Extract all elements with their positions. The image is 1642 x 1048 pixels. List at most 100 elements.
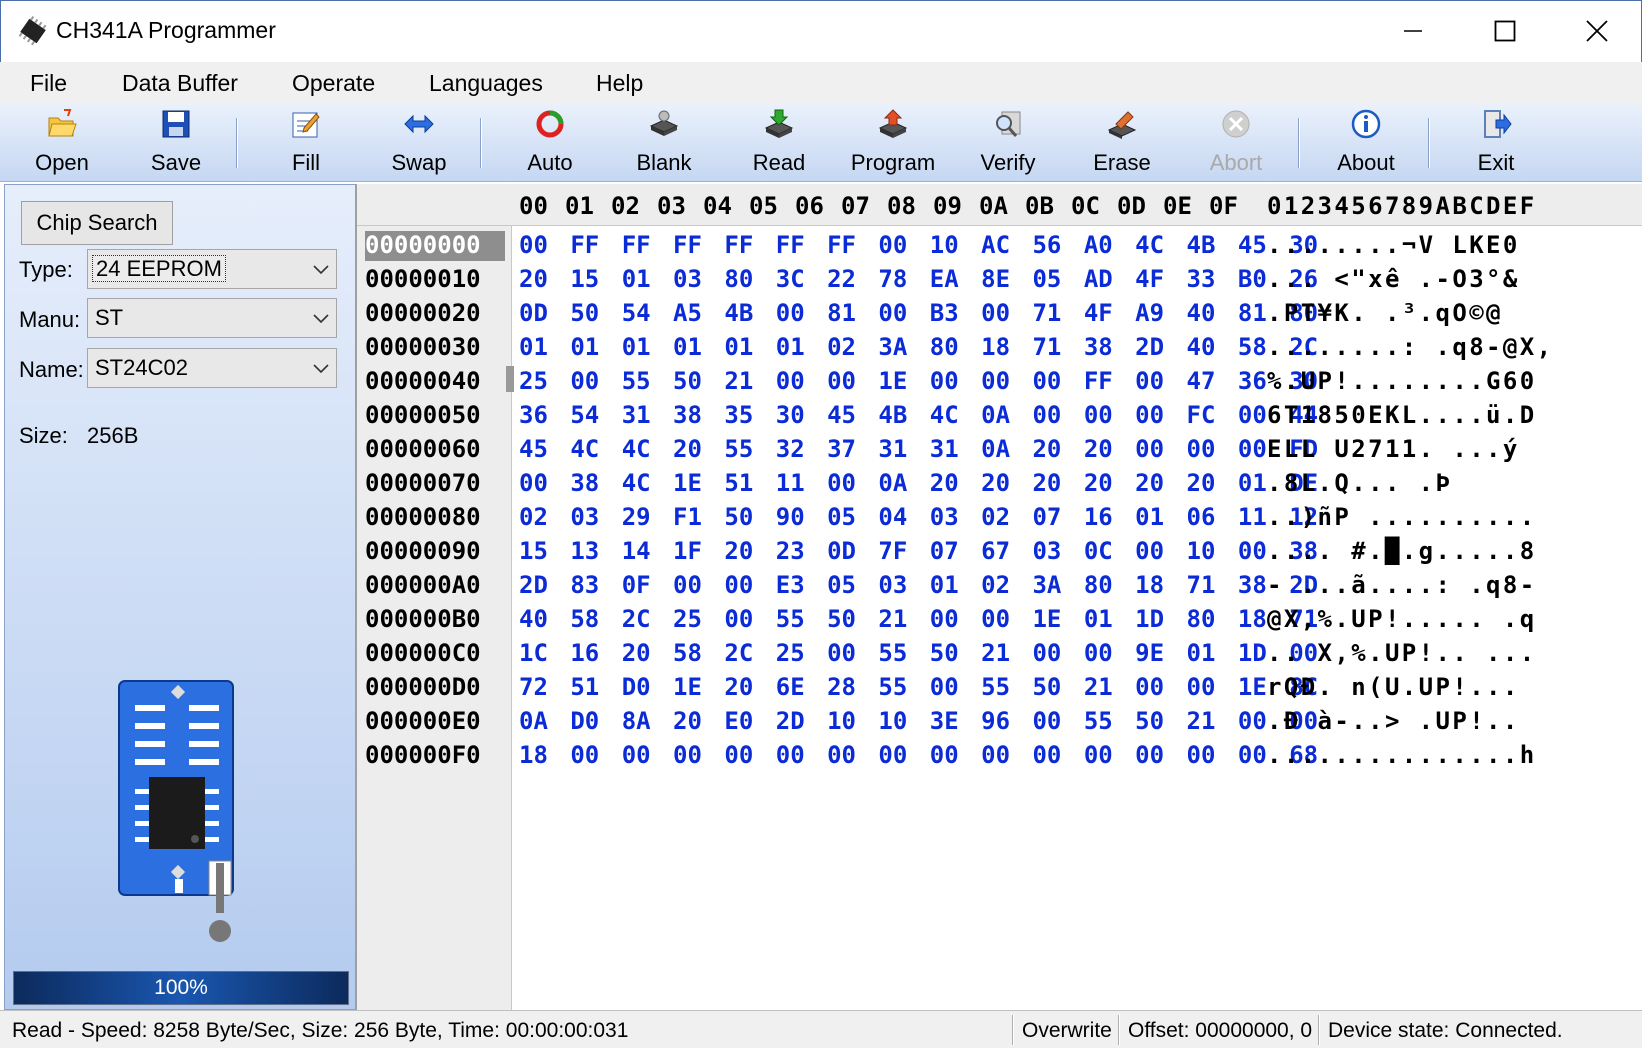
auto-button[interactable]: Auto: [500, 104, 600, 182]
erase-button[interactable]: Erase: [1072, 104, 1172, 182]
chip-name-select[interactable]: ST24C02: [87, 348, 337, 388]
hex-ascii[interactable]: ..)ñP ..........: [1267, 503, 1537, 531]
hex-row[interactable]: 000000B0 40 58 2C 25 00 55 50 21 00 00 1…: [357, 605, 1642, 635]
hex-ascii[interactable]: %.UP!........G60: [1267, 367, 1537, 395]
hex-bytes[interactable]: 25 00 55 50 21 00 00 1E 00 00 00 FF 00 4…: [519, 367, 1318, 395]
exit-button[interactable]: Exit: [1446, 104, 1546, 182]
open-button[interactable]: Open: [12, 104, 112, 182]
hex-row[interactable]: 000000D0 72 51 D0 1E 20 6E 28 55 00 55 5…: [357, 673, 1642, 703]
about-button[interactable]: About: [1316, 104, 1416, 182]
chip-search-button[interactable]: Chip Search: [21, 201, 173, 245]
hex-row[interactable]: 000000C0 1C 16 20 58 2C 25 00 55 50 21 0…: [357, 639, 1642, 669]
hex-ascii[interactable]: ELL U2711. ...ý: [1267, 435, 1520, 463]
hex-bytes[interactable]: 36 54 31 38 35 30 45 4B 4C 0A 00 00 00 F…: [519, 401, 1318, 429]
hex-ascii[interactable]: .Ð à-..> .UP!..: [1267, 707, 1520, 735]
hex-ascii[interactable]: ...............h: [1267, 741, 1537, 769]
hex-row[interactable]: 000000A0 2D 83 0F 00 00 E3 05 03 01 02 3…: [357, 571, 1642, 601]
hex-col-header: 09: [933, 192, 962, 220]
hex-row[interactable]: 000000E0 0A D0 8A 20 E0 2D 10 10 3E 96 0…: [357, 707, 1642, 737]
hex-ascii[interactable]: .8L.Q... .Þ: [1267, 469, 1452, 497]
progress-bar: 100%: [13, 971, 349, 1005]
hex-row[interactable]: 00000010 20 15 01 03 80 3C 22 78 EA 8E 0…: [357, 265, 1642, 295]
title-bar: CH341A Programmer: [0, 0, 1642, 62]
auto-refresh-icon: [536, 110, 564, 138]
program-button[interactable]: Program: [843, 104, 943, 182]
hex-address: 00000060: [365, 435, 481, 463]
hex-ascii[interactable]: rQÐ. n(U.UP!...: [1267, 673, 1520, 701]
about-label: About: [1337, 150, 1395, 175]
menu-file[interactable]: File: [30, 70, 67, 97]
hex-bytes[interactable]: 2D 83 0F 00 00 E3 05 03 01 02 3A 80 18 7…: [519, 571, 1318, 599]
hex-row[interactable]: 00000020 0D 50 54 A5 4B 00 81 00 B3 00 7…: [357, 299, 1642, 329]
hex-address: 00000020: [365, 299, 481, 327]
hex-column-header: 00 01 02 03 04 05 06 07 08 09 0A 0B 0C 0…: [357, 184, 1642, 226]
menu-help[interactable]: Help: [596, 70, 643, 97]
menu-operate[interactable]: Operate: [292, 70, 375, 97]
abort-label: Abort: [1209, 150, 1263, 175]
hex-ascii[interactable]: .PT¥K. .³.qO©@: [1267, 299, 1503, 327]
read-label: Read: [752, 150, 806, 175]
menu-bar: File Data Buffer Operate Languages Help: [0, 62, 1642, 104]
hex-ascii[interactable]: - ...ã....: .q8-: [1267, 571, 1537, 599]
blank-label: Blank: [636, 150, 692, 175]
hex-bytes[interactable]: 40 58 2C 25 00 55 50 21 00 00 1E 01 1D 8…: [519, 605, 1318, 633]
blank-button[interactable]: Blank: [614, 104, 714, 182]
hex-col-header: 02: [611, 192, 640, 220]
hex-ascii[interactable]: ... <"xê .-O3°&: [1267, 265, 1520, 293]
hex-ascii[interactable]: @X,%.UP!..... .q: [1267, 605, 1537, 633]
hex-row[interactable]: 00000050 36 54 31 38 35 30 45 4B 4C 0A 0…: [357, 401, 1642, 431]
hex-ascii[interactable]: .... #.█.g.....8: [1267, 537, 1537, 565]
hex-bytes[interactable]: 00 38 4C 1E 51 11 00 0A 20 20 20 20 20 2…: [519, 469, 1318, 497]
hex-bytes[interactable]: 1C 16 20 58 2C 25 00 55 50 21 00 00 9E 0…: [519, 639, 1318, 667]
fill-button[interactable]: Fill: [256, 104, 356, 182]
hex-bytes[interactable]: 0D 50 54 A5 4B 00 81 00 B3 00 71 4F A9 4…: [519, 299, 1318, 327]
menu-data-buffer[interactable]: Data Buffer: [122, 70, 238, 97]
maximize-icon: [1494, 20, 1516, 42]
menu-languages[interactable]: Languages: [429, 70, 543, 97]
hex-editor[interactable]: 00 01 02 03 04 05 06 07 08 09 0A 0B 0C 0…: [356, 184, 1642, 1010]
maximize-button[interactable]: [1469, 9, 1541, 53]
toolbar: Open Save Fill Swap Auto Blank Read Prog…: [0, 104, 1642, 182]
swap-button[interactable]: Swap: [369, 104, 469, 182]
hex-ascii[interactable]: ........¬V LKE0: [1267, 231, 1520, 259]
hex-bytes[interactable]: 45 4C 4C 20 55 32 37 31 31 0A 20 20 00 0…: [519, 435, 1318, 463]
manufacturer-select[interactable]: ST: [87, 298, 337, 338]
verify-button[interactable]: Verify: [958, 104, 1058, 182]
hex-address: 00000040: [365, 367, 481, 395]
hex-col-header: 07: [841, 192, 870, 220]
hex-bytes[interactable]: 15 13 14 1F 20 23 0D 7F 07 67 03 0C 00 1…: [519, 537, 1318, 565]
type-label: Type:: [19, 257, 73, 282]
type-select[interactable]: 24 EEPROM: [87, 249, 337, 289]
hex-ascii[interactable]: 6T1850EKL....ü.D: [1267, 401, 1537, 429]
abort-button[interactable]: Abort: [1186, 104, 1286, 182]
close-button[interactable]: [1561, 9, 1633, 53]
hex-bytes[interactable]: 0A D0 8A 20 E0 2D 10 10 3E 96 00 55 50 2…: [519, 707, 1318, 735]
chevron-down-icon: [313, 364, 329, 374]
hex-bytes[interactable]: 72 51 D0 1E 20 6E 28 55 00 55 50 21 00 0…: [519, 673, 1318, 701]
open-label: Open: [35, 150, 89, 175]
hex-ascii[interactable]: ........: .q8-@X,: [1267, 333, 1553, 361]
toolbar-separator: [1298, 118, 1300, 168]
hex-row[interactable]: 00000070 00 38 4C 1E 51 11 00 0A 20 20 2…: [357, 469, 1642, 499]
hex-bytes[interactable]: 02 03 29 F1 50 90 05 04 03 02 07 16 01 0…: [519, 503, 1318, 531]
hex-col-header: 01: [565, 192, 594, 220]
hex-row[interactable]: 00000060 45 4C 4C 20 55 32 37 31 31 0A 2…: [357, 435, 1642, 465]
read-button[interactable]: Read: [729, 104, 829, 182]
hex-row[interactable]: 00000000 00 FF FF FF FF FF FF 00 10 AC 5…: [357, 231, 1642, 261]
hex-bytes[interactable]: 01 01 01 01 01 01 02 3A 80 18 71 38 2D 4…: [519, 333, 1318, 361]
minimize-button[interactable]: [1377, 9, 1449, 53]
save-button[interactable]: Save: [126, 104, 226, 182]
hex-bytes[interactable]: 00 FF FF FF FF FF FF 00 10 AC 56 A0 4C 4…: [519, 231, 1318, 259]
read-chip-icon: [764, 109, 794, 138]
hex-row[interactable]: 000000F0 18 00 00 00 00 00 00 00 00 00 0…: [357, 741, 1642, 771]
hex-row[interactable]: 00000090 15 13 14 1F 20 23 0D 7F 07 67 0…: [357, 537, 1642, 567]
verify-label: Verify: [980, 150, 1036, 175]
hex-row[interactable]: 00000080 02 03 29 F1 50 90 05 04 03 02 0…: [357, 503, 1642, 533]
hex-col-header: 0F: [1209, 192, 1238, 220]
hex-row[interactable]: 00000040 25 00 55 50 21 00 00 1E 00 00 0…: [357, 367, 1642, 397]
hex-ascii[interactable]: .. X,%.UP!.. ...: [1267, 639, 1537, 667]
hex-bytes[interactable]: 20 15 01 03 80 3C 22 78 EA 8E 05 AD 4F 3…: [519, 265, 1318, 293]
hex-row[interactable]: 00000030 01 01 01 01 01 01 02 3A 80 18 7…: [357, 333, 1642, 363]
hex-bytes[interactable]: 18 00 00 00 00 00 00 00 00 00 00 00 00 0…: [519, 741, 1318, 769]
hex-col-header: 0E: [1163, 192, 1192, 220]
